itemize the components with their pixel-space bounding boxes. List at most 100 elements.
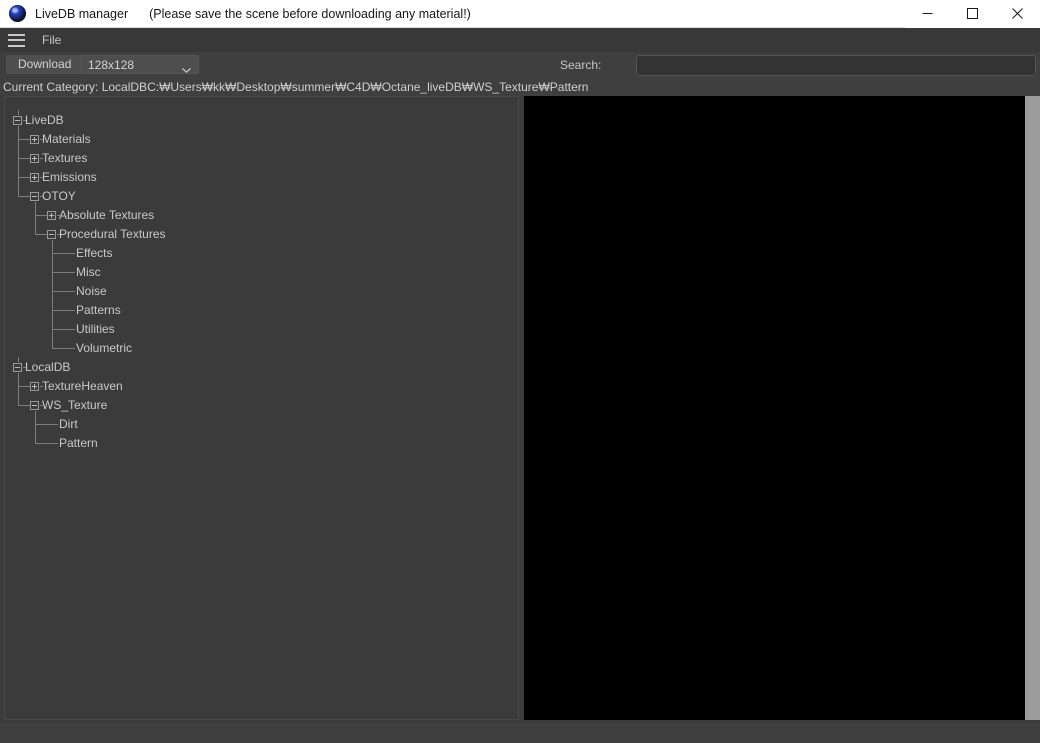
current-category-path: Current Category: LocalDBC:₩Users₩kk₩Des… xyxy=(3,80,589,94)
tree-connector-line xyxy=(18,177,30,178)
tree-item-label: Materials xyxy=(42,132,91,146)
tree-item[interactable]: Volumetric xyxy=(5,339,518,358)
livedb-manager-window: LiveDB manager (Please save the scene be… xyxy=(0,0,1040,743)
status-bar xyxy=(0,722,1040,743)
tree-item[interactable]: Materials xyxy=(5,130,518,149)
tree-connector-line xyxy=(52,329,75,330)
tree-connector-line xyxy=(40,386,43,387)
tree-item[interactable]: Pattern xyxy=(5,434,518,453)
expand-plus-icon[interactable] xyxy=(30,382,39,391)
window-title: LiveDB manager xyxy=(35,6,129,21)
tree-connector-line xyxy=(40,158,43,159)
menu-item-file[interactable]: File xyxy=(39,31,64,49)
collapse-minus-icon[interactable] xyxy=(30,401,39,410)
tree-item[interactable]: Effects xyxy=(5,244,518,263)
tree-item-label: Dirt xyxy=(59,417,78,431)
window-controls xyxy=(905,0,1040,28)
toolbar: Download 128x128 Search: xyxy=(0,52,1040,79)
tree-connector-line xyxy=(18,110,19,115)
tree-connector-line xyxy=(35,411,36,443)
tree-item[interactable]: Misc xyxy=(5,263,518,282)
expand-plus-icon[interactable] xyxy=(30,154,39,163)
tree-connector-line xyxy=(18,373,19,405)
tree-item-label: Effects xyxy=(76,246,113,260)
resolution-dropdown[interactable]: 128x128 xyxy=(80,55,199,74)
maximize-button[interactable] xyxy=(950,0,995,28)
preview-vertical-scrollbar[interactable] xyxy=(1025,96,1040,720)
collapse-minus-icon[interactable] xyxy=(13,363,22,372)
collapse-minus-icon[interactable] xyxy=(13,116,22,125)
tree-connector-line xyxy=(23,367,26,368)
tree-item[interactable]: Procedural Textures xyxy=(5,225,518,244)
tree-connector-line xyxy=(35,424,58,425)
tree-item-label: Pattern xyxy=(59,436,98,450)
menu-bar: File xyxy=(0,28,1040,52)
tree-item-label: Misc xyxy=(76,265,101,279)
tree-connector-line xyxy=(52,253,75,254)
tree-item[interactable]: LocalDB xyxy=(5,358,518,377)
material-preview-area[interactable] xyxy=(524,96,1025,720)
tree-item-label: Absolute Textures xyxy=(59,208,155,222)
tree-connector-line xyxy=(52,310,75,311)
expand-plus-icon[interactable] xyxy=(30,135,39,144)
resolution-dropdown-value: 128x128 xyxy=(88,57,135,72)
hamburger-icon[interactable] xyxy=(8,33,25,47)
tree-connector-line xyxy=(18,196,30,197)
search-label: Search: xyxy=(560,58,602,72)
close-button[interactable] xyxy=(995,0,1040,28)
tree-connector-line xyxy=(40,405,43,406)
minimize-button[interactable] xyxy=(905,0,950,28)
tree-item-label: TextureHeaven xyxy=(42,379,123,393)
tree-item-label: Noise xyxy=(76,284,107,298)
collapse-minus-icon[interactable] xyxy=(30,192,39,201)
category-tree-panel[interactable]: LiveDB Materials Textures Emissions OTOY Abso… xyxy=(4,96,519,720)
tree-connector-line xyxy=(40,139,43,140)
search-input[interactable] xyxy=(636,55,1036,76)
tree-connector-line xyxy=(18,386,30,387)
tree-item-label: LocalDB xyxy=(25,360,71,374)
download-button[interactable]: Download xyxy=(6,55,84,74)
tree-item[interactable]: Absolute Textures xyxy=(5,206,518,225)
tree-connector-line xyxy=(35,215,47,216)
collapse-minus-icon[interactable] xyxy=(47,230,56,239)
tree-item[interactable]: WS_Texture xyxy=(5,396,518,415)
tree-connector-line xyxy=(18,139,30,140)
tree-item-label: Volumetric xyxy=(76,341,133,355)
expand-plus-icon[interactable] xyxy=(30,173,39,182)
tree-item[interactable]: TextureHeaven xyxy=(5,377,518,396)
tree-connector-line xyxy=(40,177,43,178)
octane-sphere-icon xyxy=(9,5,26,22)
tree-connector-line xyxy=(40,196,43,197)
tree-item[interactable]: OTOY xyxy=(5,187,518,206)
tree-item[interactable]: Patterns xyxy=(5,301,518,320)
tree-item-label: LiveDB xyxy=(25,113,64,127)
tree-connector-line xyxy=(57,234,60,235)
tree-connector-line xyxy=(18,126,19,196)
current-category-bar: Current Category: LocalDBC:₩Users₩kk₩Des… xyxy=(0,79,1040,96)
tree-connector-line xyxy=(35,443,58,444)
tree-connector-line xyxy=(57,215,60,216)
tree-item[interactable]: Noise xyxy=(5,282,518,301)
maximize-icon xyxy=(967,8,978,19)
tree-item-label: Emissions xyxy=(42,170,97,184)
title-bar: LiveDB manager (Please save the scene be… xyxy=(0,0,1040,28)
tree-item[interactable]: Dirt xyxy=(5,415,518,434)
tree-item[interactable]: LiveDB xyxy=(5,111,518,130)
tree-connector-line xyxy=(52,291,75,292)
tree-item[interactable]: Emissions xyxy=(5,168,518,187)
tree-item-label: WS_Texture xyxy=(42,398,108,412)
tree-connector-line xyxy=(52,240,53,348)
tree-item-label: OTOY xyxy=(42,189,76,203)
tree-item[interactable]: Textures xyxy=(5,149,518,168)
close-icon xyxy=(1012,8,1023,19)
tree-connector-line xyxy=(35,202,36,234)
tree-connector-line xyxy=(18,158,30,159)
tree-item-label: Utilities xyxy=(76,322,115,336)
tree-item-label: Patterns xyxy=(76,303,121,317)
chevron-down-icon xyxy=(182,62,191,74)
tree-connector-line xyxy=(52,272,75,273)
tree-connector-line xyxy=(35,234,47,235)
expand-plus-icon[interactable] xyxy=(47,211,56,220)
tree-item[interactable]: Utilities xyxy=(5,320,518,339)
tree-item-label: Textures xyxy=(42,151,88,165)
